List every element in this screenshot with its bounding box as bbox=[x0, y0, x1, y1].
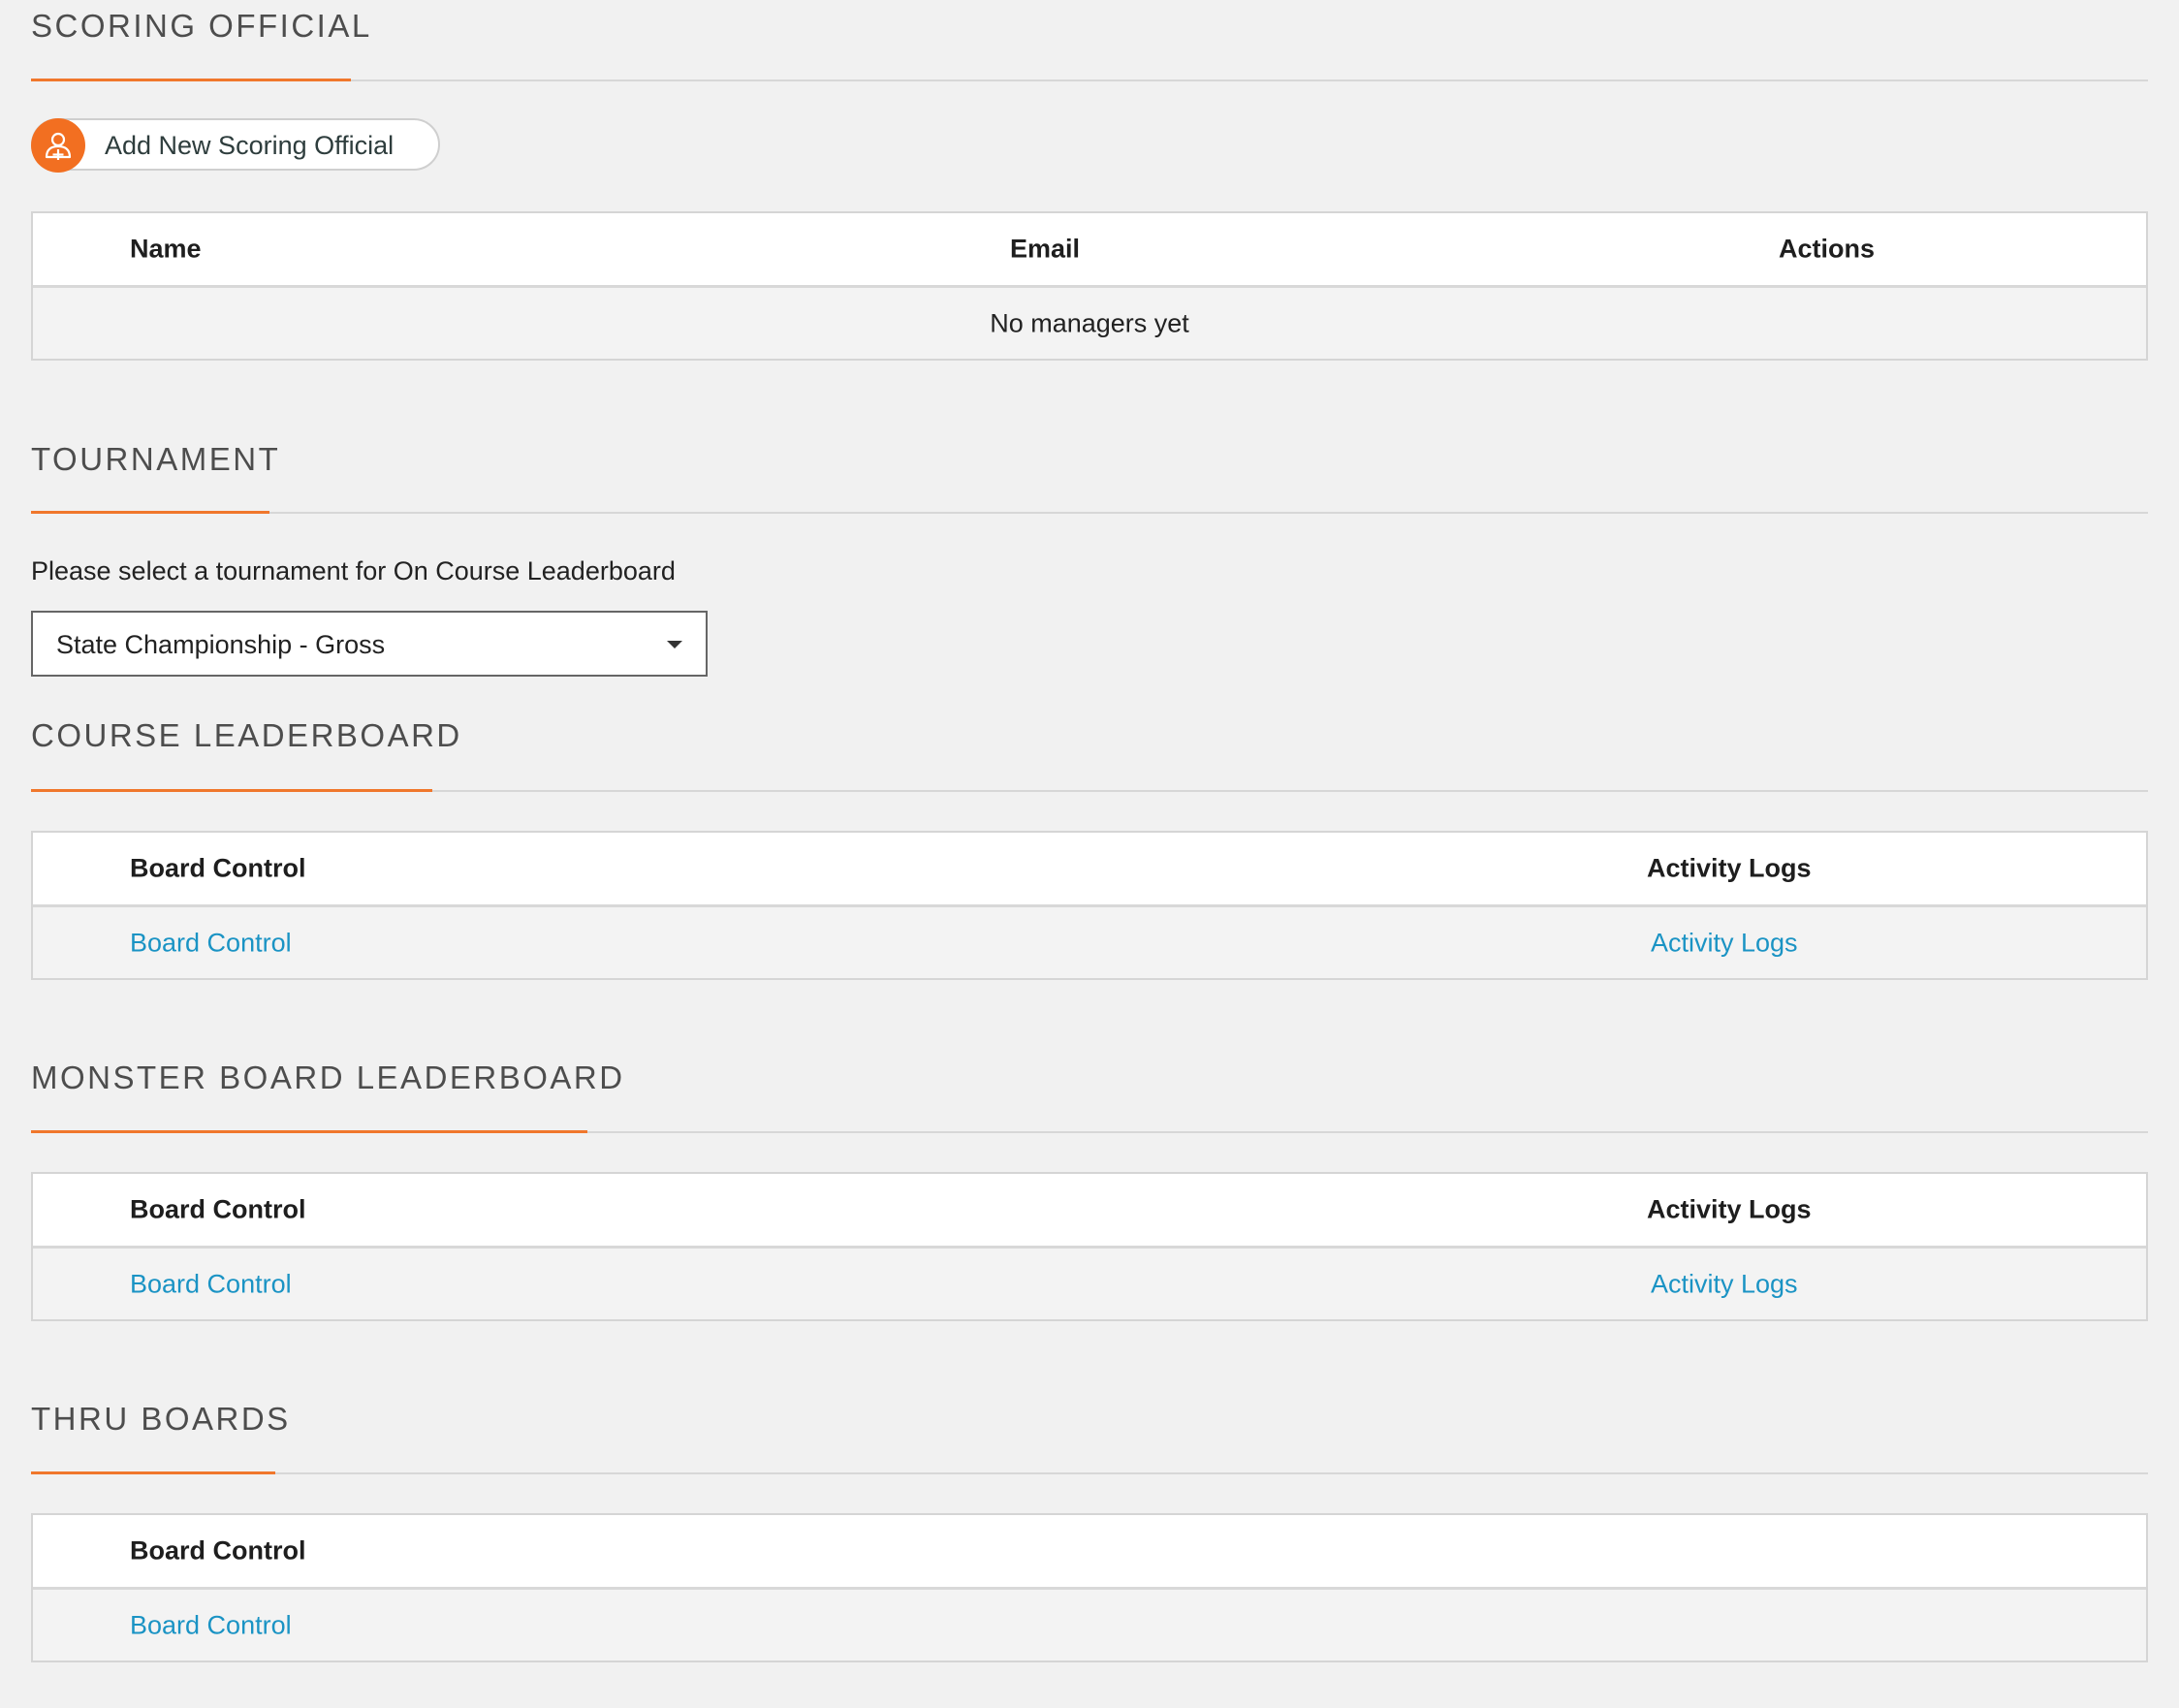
section-title-monster-board: MONSTER BOARD LEADERBOARD bbox=[31, 1060, 625, 1095]
add-scoring-official-button[interactable]: Add New Scoring Official bbox=[31, 118, 440, 173]
section-divider-accent bbox=[31, 79, 351, 81]
monster-board-control-link[interactable]: Board Control bbox=[130, 1269, 292, 1299]
monster-activity-logs-link[interactable]: Activity Logs bbox=[1651, 1269, 1798, 1299]
table-row: Board Control Activity Logs bbox=[33, 907, 2146, 978]
tournament-select[interactable]: State Championship - Gross bbox=[31, 611, 708, 677]
thru-boards-table: Board Control Board Control bbox=[31, 1513, 2148, 1662]
section-divider-accent bbox=[31, 1130, 587, 1133]
section-divider bbox=[31, 789, 2148, 792]
section-title-scoring-official: SCORING OFFICIAL bbox=[31, 8, 372, 44]
table-header: Name Email Actions bbox=[33, 213, 2146, 288]
column-header-activity-logs: Activity Logs bbox=[1647, 853, 1812, 883]
page: SCORING OFFICIAL Add New Scoring Officia… bbox=[0, 0, 2179, 1708]
section-divider-accent bbox=[31, 789, 432, 792]
section-title-tournament: TOURNAMENT bbox=[31, 441, 281, 477]
table-row: Board Control bbox=[33, 1590, 2146, 1661]
course-leaderboard-table: Board Control Activity Logs Board Contro… bbox=[31, 831, 2148, 980]
section-title-course-leaderboard: COURSE LEADERBOARD bbox=[31, 717, 462, 753]
table-header: Board Control Activity Logs bbox=[33, 833, 2146, 907]
column-header-activity-logs: Activity Logs bbox=[1647, 1194, 1812, 1224]
column-header-actions: Actions bbox=[1779, 234, 1876, 264]
add-scoring-official-label: Add New Scoring Official bbox=[105, 131, 395, 160]
thru-board-control-link[interactable]: Board Control bbox=[130, 1610, 292, 1640]
add-user-icon bbox=[31, 118, 85, 173]
course-activity-logs-link[interactable]: Activity Logs bbox=[1651, 928, 1798, 958]
course-board-control-link[interactable]: Board Control bbox=[130, 928, 292, 958]
monster-board-table: Board Control Activity Logs Board Contro… bbox=[31, 1172, 2148, 1321]
table-header: Board Control bbox=[33, 1515, 2146, 1590]
column-header-board-control: Board Control bbox=[130, 1535, 306, 1566]
section-divider bbox=[31, 1130, 2148, 1133]
column-header-name: Name bbox=[130, 234, 202, 264]
empty-state-message: No managers yet bbox=[990, 308, 1189, 337]
column-header-board-control: Board Control bbox=[130, 853, 306, 883]
section-divider bbox=[31, 79, 2148, 81]
table-row: No managers yet bbox=[33, 288, 2146, 359]
chevron-down-icon bbox=[667, 641, 682, 648]
section-divider bbox=[31, 511, 2148, 514]
scoring-officials-table: Name Email Actions No managers yet bbox=[31, 211, 2148, 361]
column-header-board-control: Board Control bbox=[130, 1194, 306, 1224]
tournament-select-prompt: Please select a tournament for On Course… bbox=[31, 556, 676, 585]
section-divider bbox=[31, 1471, 2148, 1474]
table-header: Board Control Activity Logs bbox=[33, 1174, 2146, 1249]
section-divider-accent bbox=[31, 511, 269, 514]
tournament-select-value: State Championship - Gross bbox=[56, 630, 386, 659]
table-row: Board Control Activity Logs bbox=[33, 1249, 2146, 1319]
section-divider-accent bbox=[31, 1471, 275, 1474]
column-header-email: Email bbox=[1010, 234, 1081, 264]
section-title-thru-boards: THRU BOARDS bbox=[31, 1401, 291, 1437]
